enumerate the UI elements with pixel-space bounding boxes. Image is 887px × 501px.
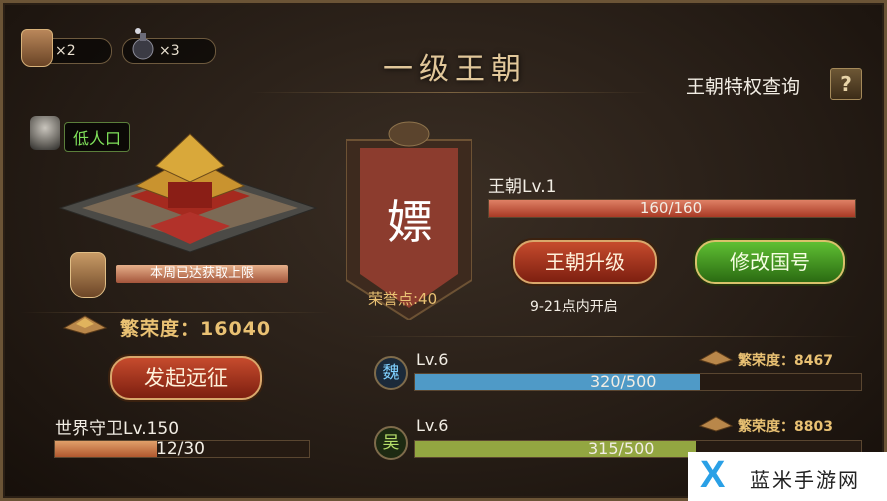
watermark-logo-icon: X <box>700 454 726 496</box>
watermark-text: 蓝米手游网 <box>750 468 860 492</box>
kingdom-wei-prosperity: 繁荣度：8467 <box>738 353 833 369</box>
kingdom-wu-progress-text: 315/500 <box>588 439 655 458</box>
weekly-limit-bar: 本周已达获取上限 <box>116 265 288 283</box>
page-title: 一级王朝 <box>383 52 527 87</box>
population-tag-label: 低人口 <box>64 122 131 152</box>
kingdom-wei-progress-fill <box>415 374 701 390</box>
prosperity-icon <box>698 414 734 432</box>
kingdom-badge-wei: 魏 <box>374 356 408 390</box>
kingdom-wu-prosperity: 繁荣度：8803 <box>738 419 833 435</box>
honor-points: 荣誉点:40 <box>368 290 438 308</box>
dynasty-level: 王朝Lv.1 <box>488 177 557 197</box>
prosperity-icon <box>62 312 108 336</box>
rename-country-button[interactable]: 修改国号 <box>695 240 845 284</box>
title-underline <box>250 92 650 93</box>
weekly-limit-text: 本周已达获取上限 <box>149 266 254 281</box>
launch-expedition-button[interactable]: 发起远征 <box>110 356 262 400</box>
banner-name: 嫖 <box>387 195 433 249</box>
kingdom-wei-level: Lv.6 <box>416 350 449 369</box>
privilege-query-link[interactable]: 王朝特权查询 <box>686 72 800 99</box>
bomb-icon <box>129 27 157 61</box>
prosperity-icon <box>698 348 734 366</box>
dynasty-progress-text: 160/160 <box>639 199 703 217</box>
expedition-token-icon <box>21 29 53 67</box>
dynasty-upgrade-button[interactable]: 王朝升级 <box>513 240 657 284</box>
kingdom-wu-level: Lv.6 <box>416 416 449 435</box>
world-guard-label: 世界守卫Lv.150 <box>55 419 180 439</box>
world-guard-progress-fill <box>55 441 157 457</box>
bomb-counter: ×3 <box>122 28 216 64</box>
expedition-token-count: ×2 <box>55 43 76 59</box>
open-time-note: 9-21点内开启 <box>530 299 618 315</box>
expedition-token-counter: ×2 <box>21 29 112 67</box>
expedition-badge-icon <box>70 252 106 298</box>
world-guard-progress-text: 12/30 <box>156 439 205 459</box>
bomb-count: ×3 <box>159 43 180 59</box>
soldier-icon <box>30 116 60 150</box>
population-tag: 低人口 <box>30 116 160 152</box>
kingdom-badge-wu: 吴 <box>374 426 408 460</box>
right-divider <box>360 336 860 337</box>
watermark-box: X 蓝米手游网 <box>688 452 887 501</box>
kingdom-wei-progress-text: 320/500 <box>590 372 657 391</box>
prosperity-value: 繁荣度：16040 <box>120 318 272 340</box>
help-button[interactable]: ? <box>830 68 862 100</box>
